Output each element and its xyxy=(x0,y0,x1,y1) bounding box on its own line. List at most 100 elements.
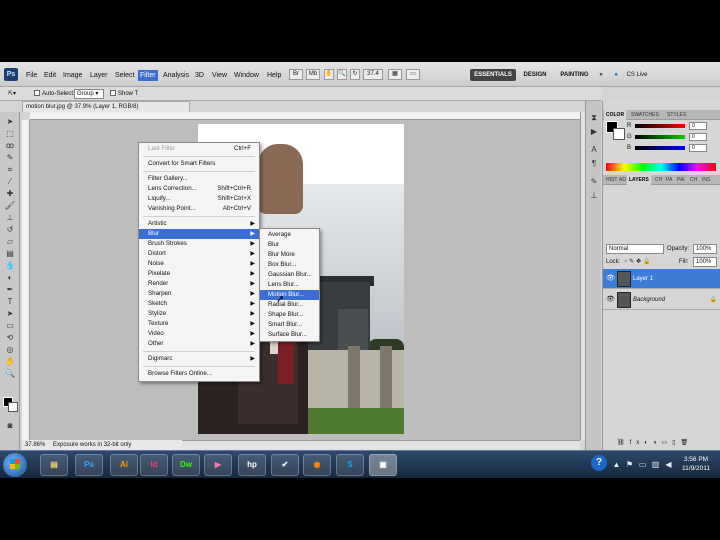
start-button[interactable] xyxy=(3,453,27,477)
skype-taskbar-icon[interactable]: S xyxy=(336,454,364,476)
help-button[interactable]: ? xyxy=(591,455,607,471)
menu-item-lens-correction[interactable]: Lens Correction... Shift+Ctrl+R xyxy=(139,184,259,194)
fill-field[interactable]: 100% xyxy=(693,257,717,267)
media-player-taskbar-icon[interactable]: ▶ xyxy=(204,454,232,476)
3d-orbit-tool-icon[interactable]: ◎ xyxy=(4,346,16,354)
menu-item-video[interactable]: Video ▶ xyxy=(139,329,259,339)
menu-item-average[interactable]: Average xyxy=(260,230,319,240)
dreamweaver-taskbar-button[interactable]: Dw xyxy=(172,454,200,476)
green-slider-bar[interactable] xyxy=(635,135,685,139)
menu-item-filter-gallery[interactable]: Filter Gallery... xyxy=(139,174,259,184)
menu-image[interactable]: Image xyxy=(61,70,84,81)
tab-paths[interactable]: PA xyxy=(664,175,674,185)
firefox-taskbar-icon[interactable]: ◉ xyxy=(303,454,331,476)
flag-icon[interactable]: ⚑ xyxy=(625,460,634,469)
menu-3d[interactable]: 3D xyxy=(193,70,206,81)
blur-tool-icon[interactable]: 💧 xyxy=(4,262,16,270)
menu-item-pixelate[interactable]: Pixelate ▶ xyxy=(139,269,259,279)
blue-value-field[interactable]: 0 xyxy=(689,144,707,152)
paragraph-panel-icon[interactable]: ¶ xyxy=(589,159,599,168)
menu-help[interactable]: Help xyxy=(265,70,283,81)
tab-paint[interactable]: PAI xyxy=(675,175,687,185)
red-slider[interactable]: R 0 xyxy=(627,121,719,131)
tab-color[interactable]: COLOR xyxy=(604,110,627,120)
brush-tool-icon[interactable]: 🖌 xyxy=(4,202,16,210)
zoom-icon[interactable]: 🔍 xyxy=(337,69,347,80)
menu-item-blur-plain[interactable]: Blur xyxy=(260,240,319,250)
minibridge-icon[interactable]: Mb xyxy=(306,69,320,80)
quick-mask-icon[interactable]: ◙ xyxy=(4,422,16,430)
hand-icon[interactable]: ✋ xyxy=(324,69,334,80)
display-icon[interactable]: ▭ xyxy=(638,460,647,469)
menu-item-sharpen[interactable]: Sharpen ▶ xyxy=(139,289,259,299)
menu-item-other[interactable]: Other ▶ xyxy=(139,339,259,349)
dodge-tool-icon[interactable]: ◐ xyxy=(4,274,16,282)
lock-icons[interactable]: ▫✎✥🔒 xyxy=(625,257,653,267)
visibility-eye-icon[interactable]: 👁 xyxy=(606,275,615,283)
menu-window[interactable]: Window xyxy=(232,70,261,81)
clone-source-panel-icon[interactable]: ⊥ xyxy=(589,191,599,200)
zoom-tool-icon[interactable]: 🔍 xyxy=(4,370,16,378)
menu-view[interactable]: View xyxy=(210,70,229,81)
menu-item-noise[interactable]: Noise ▶ xyxy=(139,259,259,269)
volume-icon[interactable]: ◀ xyxy=(664,460,673,469)
workspace-design[interactable]: DESIGN xyxy=(520,69,550,81)
color-spectrum-ramp[interactable] xyxy=(606,163,716,171)
auto-select-target-select[interactable]: Group ▾ xyxy=(74,89,104,99)
tab-layers[interactable]: LAYERS xyxy=(627,175,651,185)
menu-edit[interactable]: Edit xyxy=(42,70,58,81)
eyedropper-tool-icon[interactable]: ⁄ xyxy=(4,178,16,186)
quick-select-tool-icon[interactable]: ✎ xyxy=(4,154,16,162)
move-tool-icon[interactable]: ⇱▾ xyxy=(8,89,16,99)
menu-item-distort[interactable]: Distort ▶ xyxy=(139,249,259,259)
character-panel-icon[interactable]: A xyxy=(589,145,599,154)
bridge-icon[interactable]: Br xyxy=(289,69,303,80)
cs-live-button[interactable]: CS Live xyxy=(621,69,653,81)
menu-file[interactable]: File xyxy=(24,70,39,81)
tab-info[interactable]: INS xyxy=(700,175,712,185)
tab-channels-2[interactable]: CH xyxy=(688,175,699,185)
zoom-level-field[interactable]: 37.4 xyxy=(363,69,383,80)
auto-select-checkbox[interactable]: Auto-Select: xyxy=(34,89,75,99)
layer-panel-footer-icons[interactable]: ⛓fx◐◑▭▯🗑 xyxy=(617,438,693,448)
menu-item-stylize[interactable]: Stylize ▶ xyxy=(139,309,259,319)
photoshop-taskbar-button[interactable]: Ps xyxy=(75,454,103,476)
color-background-swatch[interactable] xyxy=(613,128,625,140)
hp-taskbar-icon[interactable]: hp xyxy=(238,454,266,476)
arrange-documents-icon[interactable]: ▦ xyxy=(388,69,402,80)
menu-item-sketch[interactable]: Sketch ▶ xyxy=(139,299,259,309)
green-slider[interactable]: G 0 xyxy=(627,132,719,142)
menu-item-blur-more[interactable]: Blur More xyxy=(260,250,319,260)
checkmark-app-taskbar-icon[interactable]: ✔ xyxy=(271,454,299,476)
menu-item-convert-smart-filters[interactable]: Convert for Smart Filters xyxy=(139,159,259,169)
menu-item-brush-strokes[interactable]: Brush Strokes ▶ xyxy=(139,239,259,249)
blend-mode-select[interactable]: Normal xyxy=(606,244,664,254)
type-tool-icon[interactable]: T xyxy=(4,298,16,306)
zoom-status[interactable]: 37.86% xyxy=(22,440,48,450)
menu-item-browse-filters-online[interactable]: Browse Filters Online... xyxy=(139,369,259,379)
blue-slider[interactable]: B 0 xyxy=(627,143,719,153)
menu-item-lens-blur[interactable]: Lens Blur... xyxy=(260,280,319,290)
layer-row-layer-1[interactable]: 👁 Layer 1 xyxy=(603,269,720,289)
tab-channels[interactable]: CH xyxy=(653,175,664,185)
actions-panel-icon[interactable]: ▶ xyxy=(589,127,599,136)
layer-name[interactable]: Background xyxy=(633,296,665,304)
layer-row-background[interactable]: 👁 Background 🔒 xyxy=(603,290,720,310)
red-value-field[interactable]: 0 xyxy=(689,122,707,130)
workspace-more[interactable]: » xyxy=(596,69,606,81)
show-transform-checkbox[interactable]: Show T xyxy=(110,89,138,99)
indesign-taskbar-button[interactable]: Id xyxy=(140,454,168,476)
eraser-tool-icon[interactable]: ▱ xyxy=(4,238,16,246)
snipping-tool-taskbar-icon[interactable]: ▣ xyxy=(369,454,397,476)
move-tool-icon[interactable]: ➤ xyxy=(4,118,16,126)
blue-slider-bar[interactable] xyxy=(635,146,685,150)
path-selection-tool-icon[interactable]: ➤ xyxy=(4,310,16,318)
workspace-painting[interactable]: PAINTING xyxy=(557,69,592,81)
lasso-tool-icon[interactable]: ꝏ xyxy=(4,142,16,150)
workspace-essentials[interactable]: ESSENTIALS xyxy=(470,69,516,81)
menu-item-texture[interactable]: Texture ▶ xyxy=(139,319,259,329)
history-panel-icon[interactable]: ⧗ xyxy=(589,113,599,122)
menu-item-vanishing-point[interactable]: Vanishing Point... Alt+Ctrl+V xyxy=(139,204,259,214)
menu-item-blur[interactable]: Blur ▶ xyxy=(139,229,259,239)
menu-item-box-blur[interactable]: Box Blur... xyxy=(260,260,319,270)
